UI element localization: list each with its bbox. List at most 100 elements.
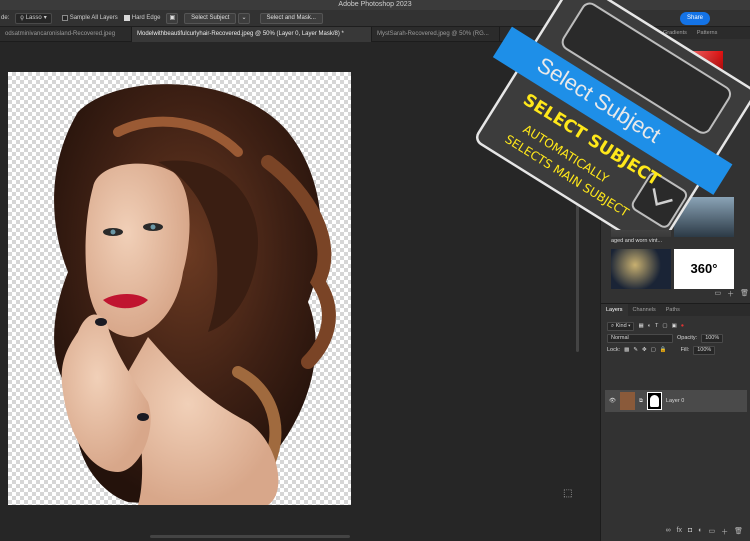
library-thumb-3[interactable] (611, 249, 671, 289)
kind-label: Kind (615, 322, 627, 329)
kind-filter-dropdown[interactable]: ⌕ Kind ▾ (607, 321, 635, 331)
chevron-down-icon: ⌄ (241, 14, 247, 21)
checkbox-checked-icon (123, 15, 130, 21)
group-folder-icon[interactable]: ▭ (708, 527, 715, 537)
link-layers-icon[interactable]: ∞ (666, 527, 671, 537)
filter-toggle-icon[interactable]: ● (681, 323, 684, 329)
canvas-area[interactable]: ⬚ (0, 42, 583, 541)
new-layer-icon[interactable]: ＋ (721, 527, 728, 537)
search-icon: ⌕ (611, 322, 615, 329)
photoshop-window: Adobe Photoshop 2023 de: ϙ Lasso ▾ Sampl… (0, 0, 750, 541)
tool-select-value: Lasso (25, 14, 42, 21)
library-thumb-label: aged and worn vint... (611, 238, 663, 244)
layer-thumbnail (619, 392, 635, 410)
object-finder-icon: ▣ (169, 14, 176, 21)
layer-name[interactable]: Layer 0 (666, 398, 684, 404)
lasso-icon: ϙ (20, 14, 24, 21)
options-bar: de: ϙ Lasso ▾ Sample All Layers Hard Edg… (0, 10, 750, 27)
layer-row-layer-0[interactable]: 👁 ⧉ Layer 0 (605, 390, 747, 412)
tab-label: odsatminivancaronisland-Recovered.jpeg (5, 31, 116, 37)
add-mask-icon[interactable]: ◘ (688, 527, 692, 537)
vertical-scrollbar[interactable] (576, 52, 579, 352)
trash-icon[interactable]: 🗑 (740, 289, 749, 299)
library-thumb-1[interactable] (611, 197, 671, 237)
tab-color[interactable]: Color (601, 27, 625, 39)
select-subject-button[interactable]: Select Subject (184, 12, 237, 24)
eye-icon[interactable]: 👁 (609, 398, 616, 404)
layers-panel-tabs: Layers Channels Paths (601, 304, 750, 316)
tab-label: MystSarah-Recovered.jpeg @ 50% (RG... (377, 31, 489, 37)
select-and-mask-button[interactable]: Select and Mask... (259, 12, 323, 24)
layer-filter-row: ⌕ Kind ▾ ▦ ◐ T ▢ ▣ ● (601, 320, 750, 332)
lock-all-icon[interactable]: 🔒 (660, 347, 667, 353)
portrait-subject-image (54, 84, 336, 505)
opacity-value: 100% (705, 334, 720, 341)
document-image[interactable] (8, 72, 351, 505)
library-thumb-2[interactable] (674, 197, 734, 237)
right-panel: Color Swatches Gradients Patterns aged a… (600, 27, 750, 541)
fx-icon[interactable]: fx (677, 527, 682, 537)
tab-swatches[interactable]: Swatches (624, 27, 658, 39)
tab-gradients[interactable]: Gradients (658, 27, 692, 39)
checkbox-unchecked-icon (61, 15, 68, 21)
layers-panel: Layers Channels Paths ⌕ Kind ▾ ▦ ◐ T ▢ ▣… (601, 303, 750, 541)
blend-mode-value: Normal (611, 334, 629, 341)
share-label: Share (686, 15, 703, 21)
add-icon[interactable]: ＋ (727, 289, 734, 299)
tab-paths[interactable]: Paths (661, 304, 685, 316)
lock-label: Lock: (607, 347, 621, 353)
color-picker-field[interactable] (627, 51, 723, 131)
tab-document-2[interactable]: Modelwithbeautifulcurlyhair-Recovered.jp… (132, 27, 372, 42)
tab-document-1[interactable]: odsatminivancaronisland-Recovered.jpeg (0, 27, 132, 42)
filter-adjust-icon[interactable]: ◐ (648, 323, 651, 329)
sample-all-layers-checkbox[interactable]: Sample All Layers (61, 15, 118, 21)
lock-row: Lock: ▩ ✎ ✥ ▢ 🔒 Fill: 100% (601, 344, 750, 356)
horizontal-scrollbar[interactable] (150, 535, 350, 538)
library-thumb-360-logo[interactable]: 360° (674, 249, 734, 289)
layers-footer: ∞ fx ◘ ◐ ▭ ＋ 🗑 (601, 527, 750, 537)
tool-preset-label: de: (1, 15, 10, 21)
hard-edge-label: Hard Edge (131, 15, 161, 21)
fill-field[interactable]: 100% (693, 345, 716, 355)
opacity-field[interactable]: 100% (701, 333, 724, 343)
filter-type-icon[interactable]: T (655, 323, 658, 329)
cursor-icon: ⬚ (563, 488, 573, 499)
lock-artboard-icon[interactable]: ▢ (651, 347, 656, 353)
lock-move-icon[interactable]: ✥ (642, 347, 647, 353)
library-footer: ▭ ＋ 🗑 (609, 289, 749, 299)
fill-value: 100% (697, 346, 712, 353)
color-panel-tabs: Color Swatches Gradients Patterns (601, 27, 750, 39)
adjustment-layer-icon[interactable]: ◐ (698, 527, 702, 537)
filter-smart-icon[interactable]: ▣ (672, 323, 677, 329)
chain-link-icon[interactable]: ⧉ (639, 398, 643, 405)
tab-layers[interactable]: Layers (601, 304, 628, 316)
tab-document-3[interactable]: MystSarah-Recovered.jpeg @ 50% (RG... (372, 27, 500, 42)
tab-channels[interactable]: Channels (628, 304, 661, 316)
chevron-down-icon: ▾ (43, 14, 47, 21)
select-subject-label: Select Subject (191, 14, 230, 21)
fill-label: Fill: (680, 347, 690, 353)
folder-icon[interactable]: ▭ (714, 289, 721, 299)
sample-all-layers-label: Sample All Layers (69, 15, 118, 21)
lock-paint-icon[interactable]: ✎ (633, 347, 638, 353)
layer-mask-thumbnail[interactable] (646, 392, 662, 410)
object-finder-icon-button[interactable]: ▣ (166, 12, 179, 24)
trash-icon[interactable]: 🗑 (734, 527, 743, 537)
lock-transparent-icon[interactable]: ▩ (624, 347, 629, 353)
tab-label: Modelwithbeautifulcurlyhair-Recovered.jp… (137, 31, 344, 37)
filter-shape-icon[interactable]: ▢ (662, 323, 667, 329)
tab-patterns[interactable]: Patterns (692, 27, 722, 39)
opacity-label: Opacity: (677, 335, 698, 341)
document-tabs: odsatminivancaronisland-Recovered.jpeg M… (0, 27, 600, 42)
tool-select-dropdown[interactable]: ϙ Lasso ▾ (15, 12, 52, 24)
hard-edge-checkbox[interactable]: Hard Edge (123, 15, 161, 21)
filter-pixel-icon[interactable]: ▦ (638, 323, 643, 329)
select-subject-dropdown[interactable]: ⌄ (238, 12, 250, 24)
blend-mode-dropdown[interactable]: Normal (607, 333, 673, 343)
blend-row: Normal Opacity: 100% (601, 332, 750, 344)
select-and-mask-label: Select and Mask... (266, 14, 316, 21)
title-bar: Adobe Photoshop 2023 (0, 0, 750, 10)
logo-360-text: 360° (690, 261, 718, 276)
app-title: Adobe Photoshop 2023 (338, 1, 412, 8)
share-button[interactable]: Share (679, 12, 710, 25)
